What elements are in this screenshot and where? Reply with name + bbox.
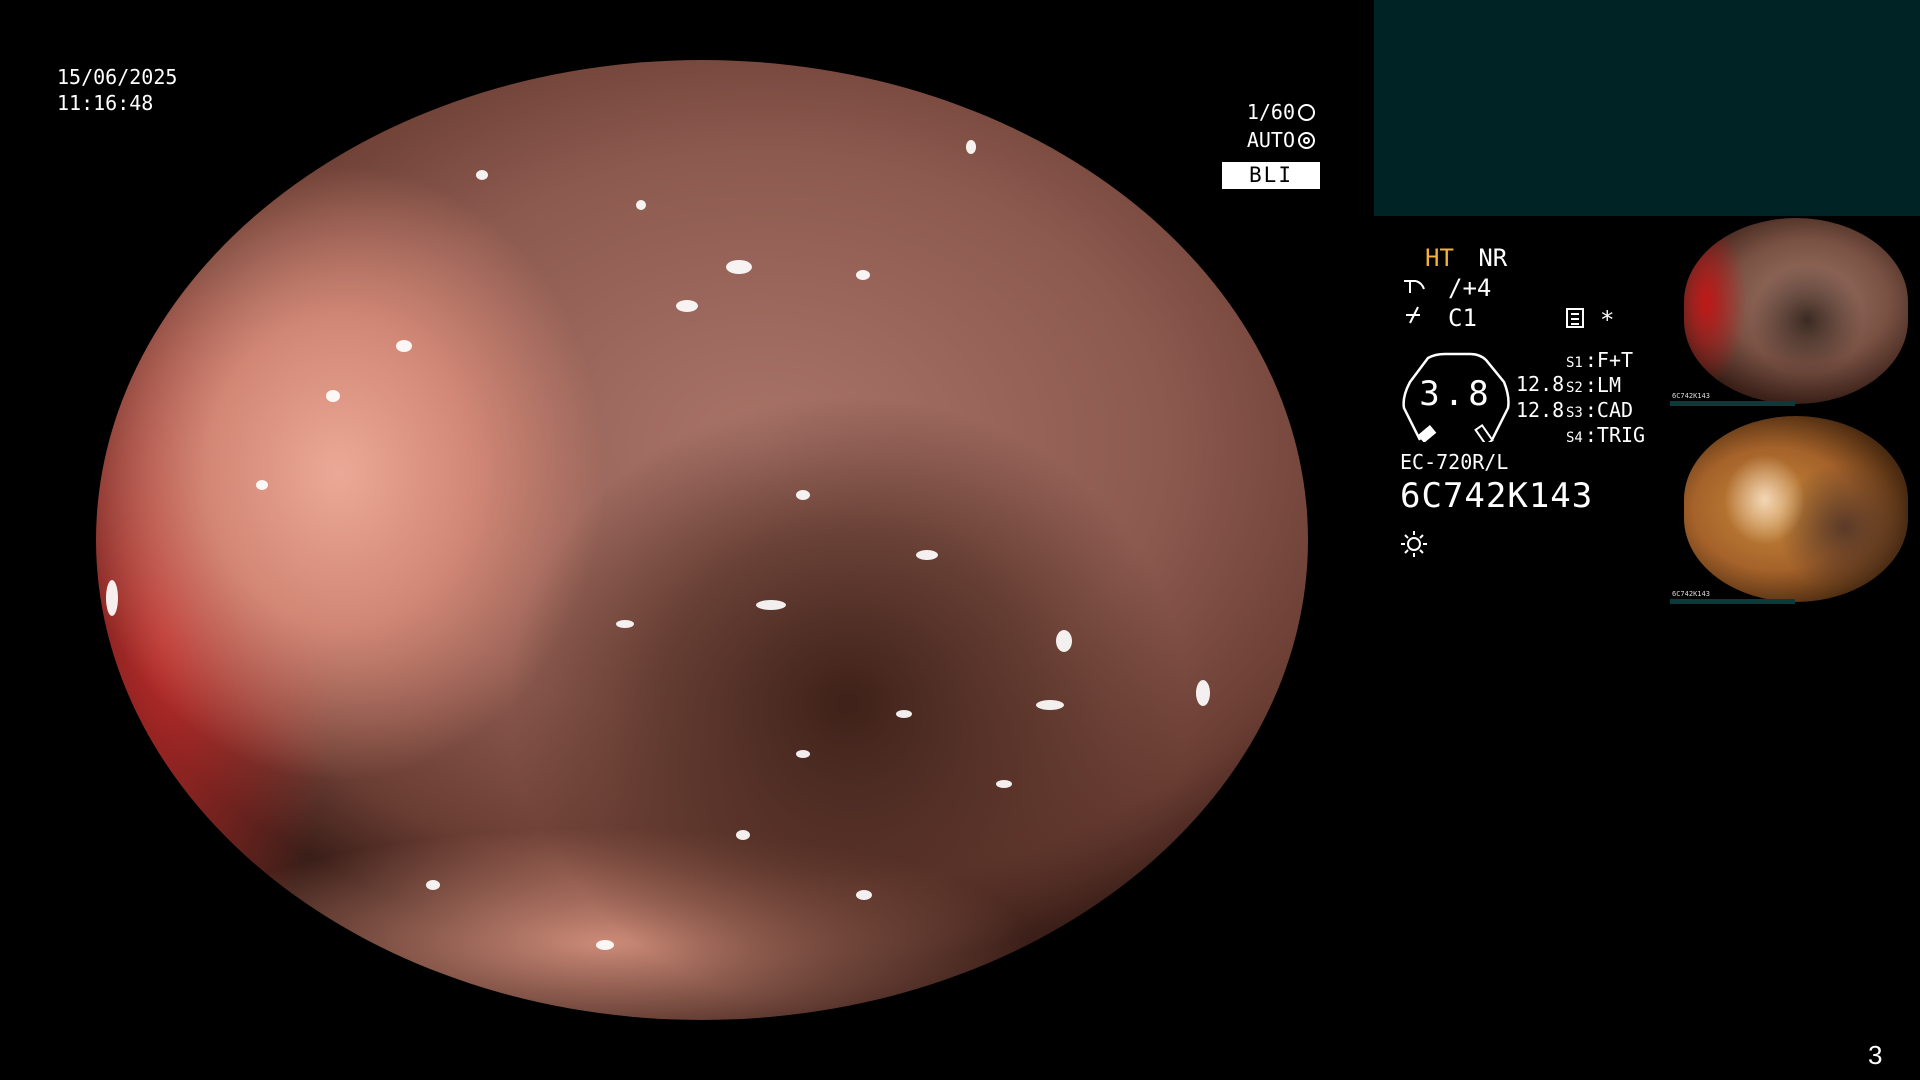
thumbnail-serial: 6C742K143 xyxy=(1672,590,1710,598)
switch-label: LM xyxy=(1596,373,1621,397)
switch-key: S4 xyxy=(1566,430,1583,446)
scope-serial: 6C742K143 xyxy=(1400,476,1594,516)
color-icon xyxy=(1400,305,1428,331)
light-source-icon xyxy=(1401,531,1427,557)
switch-s2: S2: LM xyxy=(1566,373,1621,397)
page-number: 3 xyxy=(1868,1040,1883,1070)
info-panel-header xyxy=(1374,0,1920,216)
value-lower: 12.8 xyxy=(1516,398,1565,422)
shutter-value: 1/60 xyxy=(1246,100,1295,124)
nr-label: NR xyxy=(1478,244,1508,272)
switch-label: CAD xyxy=(1596,398,1634,422)
switch-label: F+T xyxy=(1596,348,1634,372)
time-label: 11:16:48 xyxy=(57,91,154,115)
aperture-icon xyxy=(1298,103,1315,121)
thumbnail-bar xyxy=(1670,599,1795,604)
scope-model: EC-720R/L xyxy=(1400,450,1509,474)
endoscopy-view xyxy=(96,60,1308,1020)
asterisk-indicator: * xyxy=(1600,306,1615,334)
iris-icon xyxy=(1298,131,1315,149)
thumbnail-serial: 6C742K143 xyxy=(1672,392,1710,400)
memo-icon xyxy=(1566,308,1584,328)
switch-s3: S3: CAD xyxy=(1566,398,1634,422)
color-row: C1 xyxy=(1400,304,1477,332)
switch-key: S1 xyxy=(1566,355,1583,371)
enhancement-value: /+4 xyxy=(1448,274,1492,302)
value-upper: 12.8 xyxy=(1516,372,1565,396)
shutter-setting: 1/60 xyxy=(1247,100,1315,124)
switch-key: S3 xyxy=(1566,405,1583,421)
switch-s4: S4: TRIG xyxy=(1566,423,1646,447)
ht-nr-row: HT NR xyxy=(1425,244,1507,272)
enhancement-row: /+4 xyxy=(1400,274,1491,302)
color-value: C1 xyxy=(1448,304,1477,332)
thumbnail-image xyxy=(1684,218,1908,404)
thumbnail-2[interactable]: 6C742K143 xyxy=(1670,414,1920,604)
switch-label: TRIG xyxy=(1596,423,1646,447)
thumbnail-image xyxy=(1684,416,1908,602)
date-label: 15/06/2025 xyxy=(57,65,178,89)
enhancement-icon xyxy=(1400,275,1428,301)
exposure-setting: AUTO xyxy=(1247,128,1315,152)
thumbnail-1[interactable]: 6C742K143 xyxy=(1670,216,1920,406)
switch-key: S2 xyxy=(1566,380,1583,396)
switch-s1: S1: F+T xyxy=(1566,348,1634,372)
thumbnail-bar xyxy=(1670,401,1795,406)
ht-label: HT xyxy=(1425,244,1454,272)
exposure-value: AUTO xyxy=(1246,128,1295,152)
gauge-value: 3.8 xyxy=(1419,374,1493,414)
imaging-mode-badge: BLI xyxy=(1222,162,1320,189)
